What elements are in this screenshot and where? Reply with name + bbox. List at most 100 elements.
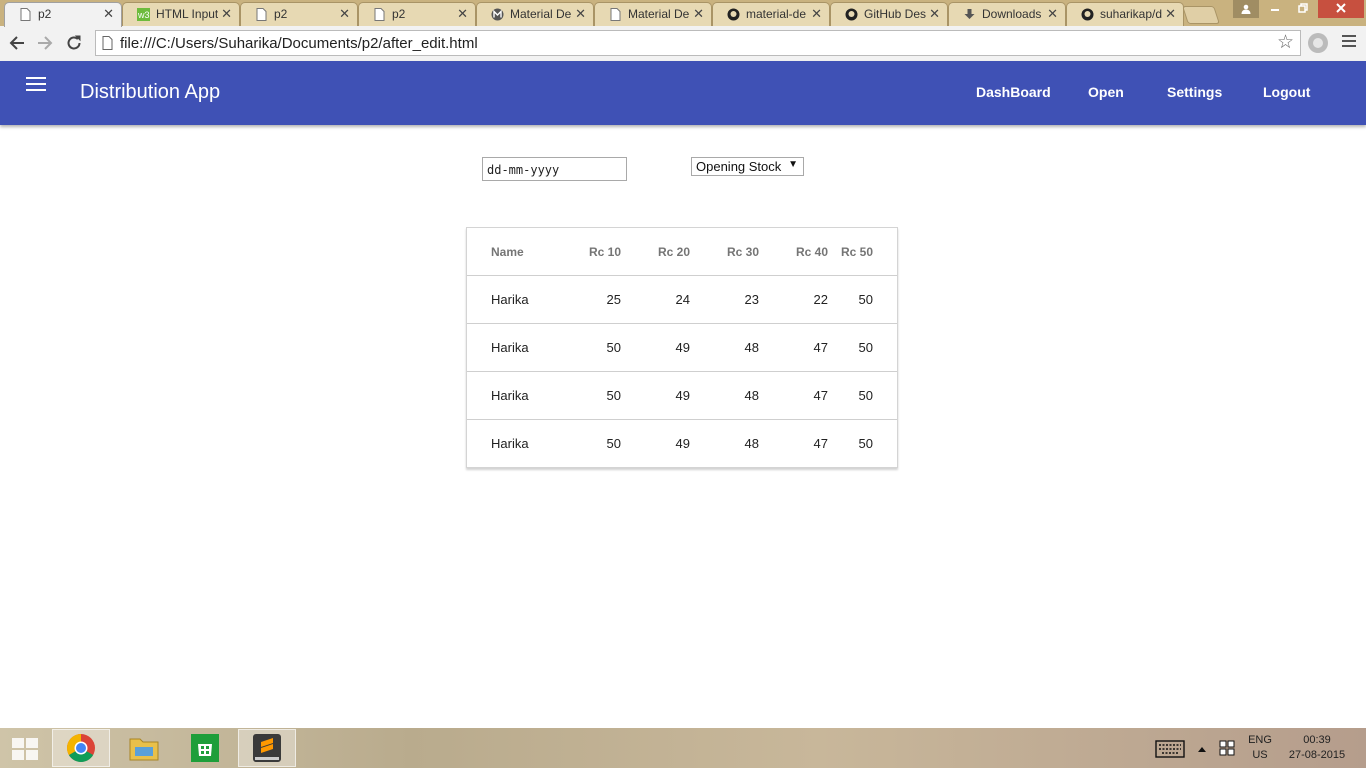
tray-expand-icon[interactable] [1197,745,1207,753]
browser-tab[interactable]: Material De ✕ [476,2,594,26]
close-icon[interactable]: ✕ [1165,6,1176,22]
language-indicator[interactable]: ENG US [1245,734,1275,761]
table-cell: 25 [547,275,621,324]
browser-toolbar: file:///C:/Users/Suharika/Documents/p2/a… [0,26,1366,62]
browser-tab-strip: p2 ✕ w3 HTML Input ✕ p2 ✕ p2 ✕ Material … [0,0,1366,27]
address-bar[interactable]: file:///C:/Users/Suharika/Documents/p2/a… [95,30,1301,56]
browser-tab[interactable]: material-de ✕ [712,2,830,26]
minimize-button[interactable] [1262,0,1288,18]
action-center-icon[interactable] [1219,740,1235,756]
bookmark-star-icon[interactable]: ☆ [1277,31,1294,54]
tab-title: GitHub Des [864,7,926,21]
browser-tab[interactable]: w3 HTML Input ✕ [122,2,240,26]
close-icon[interactable]: ✕ [811,6,822,22]
clock-date: 27-08-2015 [1288,749,1346,761]
nav-logout-link[interactable]: Logout [1263,84,1310,100]
table-row[interactable]: Harika 50 49 48 47 50 [467,323,897,372]
browser-tab[interactable]: suharikap/d ✕ [1066,2,1184,26]
table-cell: Harika [467,371,547,420]
close-icon[interactable]: ✕ [103,6,114,22]
browser-tab[interactable]: Material De ✕ [594,2,712,26]
nav-open-link[interactable]: Open [1088,84,1124,100]
column-header: Rc 10 [547,228,621,276]
close-icon[interactable]: ✕ [1047,6,1058,22]
taskbar-store-button[interactable] [176,729,234,767]
browser-tab[interactable]: Downloads ✕ [948,2,1066,26]
app-header: Distribution App DashBoard Open Settings… [0,61,1366,125]
table-cell: 22 [759,275,828,324]
tab-title: p2 [38,7,52,21]
sublime-text-icon [253,734,281,762]
tab-title: Material De [510,7,572,21]
back-arrow-icon[interactable] [6,32,28,54]
tab-title: Downloads [982,7,1042,21]
github-icon [1081,8,1094,21]
tab-title: p2 [392,7,406,21]
browser-tab[interactable]: GitHub Des ✕ [830,2,948,26]
reload-icon[interactable] [63,32,85,54]
github-icon [727,8,740,21]
column-header: Rc 30 [690,228,759,276]
stock-type-select[interactable]: Opening Stock ▼ [691,157,804,176]
close-icon[interactable]: ✕ [221,6,232,22]
taskbar-explorer-button[interactable] [115,729,173,767]
table-cell: 50 [547,323,621,372]
close-window-button[interactable] [1318,0,1364,18]
table-row[interactable]: Harika 50 49 48 47 50 [467,420,897,468]
app-title: Distribution App [80,81,221,103]
hamburger-menu-icon[interactable] [26,77,46,95]
table-cell: 47 [759,323,828,372]
nav-dashboard-link[interactable]: DashBoard [976,84,1051,100]
clock[interactable]: 00:39 27-08-2015 [1285,734,1349,761]
forward-arrow-icon[interactable] [34,32,56,54]
tab-title: HTML Input [156,7,218,21]
new-tab-button[interactable] [1182,6,1220,24]
page-icon [256,8,267,21]
date-input[interactable]: dd-mm-yyyy [482,157,627,181]
table-cell: 50 [828,323,897,372]
github-icon [845,8,858,21]
table-cell: 47 [759,371,828,420]
folder-icon [129,738,159,761]
download-icon [964,9,975,19]
dropdown-arrow-icon: ▼ [788,159,798,170]
table-cell: 24 [621,275,690,324]
close-icon[interactable]: ✕ [339,6,350,22]
close-icon[interactable]: ✕ [693,6,704,22]
user-icon[interactable] [1233,0,1259,18]
chrome-menu-icon[interactable] [1342,35,1356,50]
table-header-row: Name Rc 10 Rc 20 Rc 30 Rc 40 Rc 50 [467,228,897,276]
table-row[interactable]: Harika 50 49 48 47 50 [467,371,897,420]
browser-tab[interactable]: p2 ✕ [358,2,476,26]
table-cell: Harika [467,323,547,372]
close-icon[interactable]: ✕ [575,6,586,22]
svg-text:w3: w3 [137,10,150,20]
page-icon [102,36,113,50]
nav-settings-link[interactable]: Settings [1167,84,1222,100]
stock-type-value: Opening Stock [696,159,782,174]
table-cell: 49 [621,371,690,420]
table-cell: 48 [690,323,759,372]
browser-tab[interactable]: p2 ✕ [4,2,122,27]
table-cell: Harika [491,436,529,451]
table-cell: 48 [690,371,759,420]
browser-tab[interactable]: p2 ✕ [240,2,358,26]
close-icon[interactable]: ✕ [457,6,468,22]
stock-table-card: Name Rc 10 Rc 20 Rc 30 Rc 40 Rc 50 Harik… [466,227,898,468]
keyboard-icon[interactable] [1155,740,1185,758]
close-icon[interactable]: ✕ [929,6,940,22]
taskbar-chrome-button[interactable] [52,729,110,767]
chrome-icon [67,734,95,762]
page-icon [610,8,621,21]
tab-title: p2 [274,7,288,21]
page-icon [20,8,31,21]
restore-button[interactable] [1290,0,1316,18]
table-cell: 49 [675,436,690,451]
extension-icon[interactable] [1308,33,1328,53]
table-cell: 47 [813,436,828,451]
table-cell: 48 [744,436,759,451]
table-cell: 50 [828,275,897,324]
table-row[interactable]: Harika 25 24 23 22 50 [467,275,897,324]
taskbar-sublime-button[interactable] [238,729,296,767]
windows-start-icon[interactable] [12,738,38,760]
